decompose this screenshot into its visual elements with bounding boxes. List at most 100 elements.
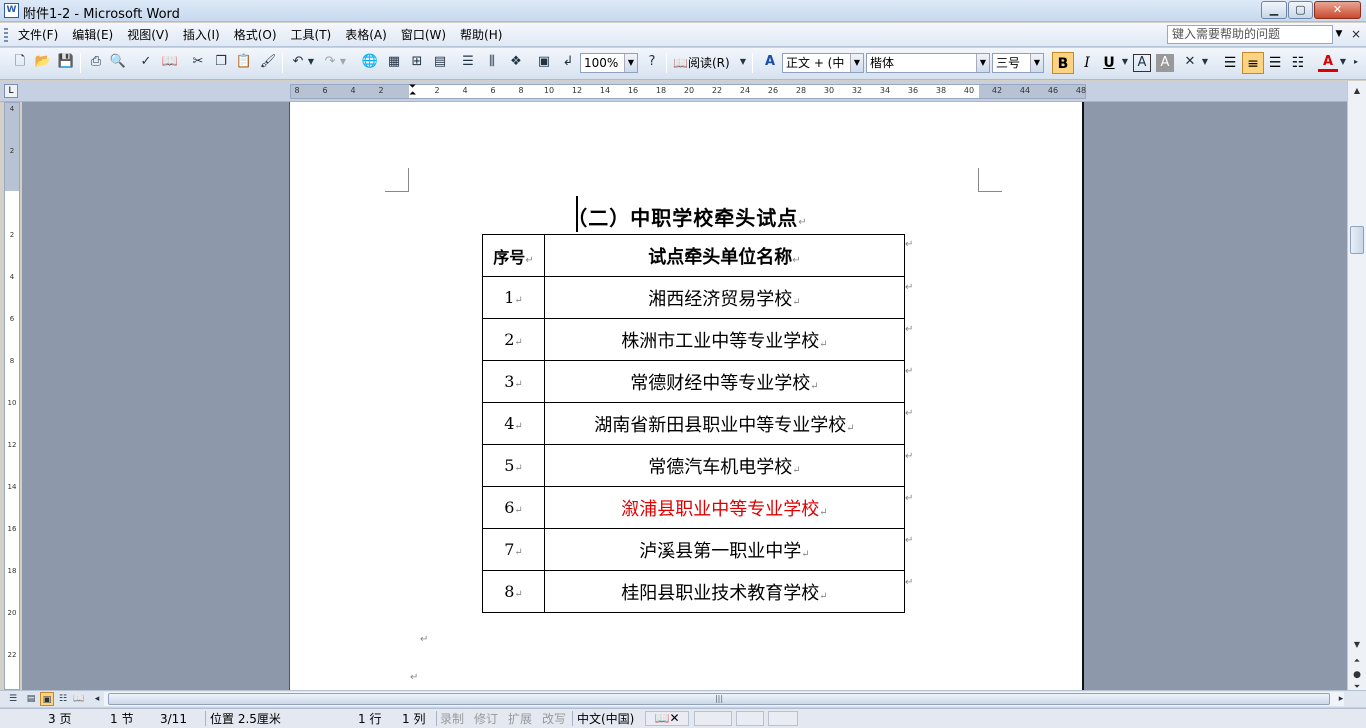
vertical-scroll-thumb[interactable]: [1350, 226, 1364, 254]
word-app-icon[interactable]: W: [4, 3, 19, 18]
zoom-combo[interactable]: 100% ▼: [580, 53, 638, 73]
redo-dropdown-icon[interactable]: ▼: [338, 52, 348, 72]
bold-button[interactable]: B: [1052, 52, 1074, 74]
align-right-icon[interactable]: ☰: [1264, 52, 1286, 74]
school-name[interactable]: 桂阳县职业技术教育学校↵: [544, 570, 905, 613]
horizontal-scroll-thumb[interactable]: |||: [108, 693, 1330, 705]
reading-view-icon[interactable]: 📖: [72, 692, 86, 706]
undo-dropdown-icon[interactable]: ▼: [306, 52, 316, 72]
thumbnails-icon[interactable]: ▣: [534, 52, 554, 72]
scroll-down-icon[interactable]: ▼: [1349, 637, 1365, 653]
school-name[interactable]: 泸溪县第一职业中学↵: [544, 528, 905, 571]
menu-edit[interactable]: 编辑(E): [65, 27, 120, 44]
horizontal-ruler[interactable]: ⏷ ⏶ 8 6 4 2 2 4 6 8 10 12 14 16 18 20 22 …: [290, 83, 1086, 99]
web-layout-icon[interactable]: ▤: [24, 692, 38, 706]
insert-excel-icon[interactable]: ▤: [430, 52, 450, 72]
school-name[interactable]: 溆浦县职业中等专业学校↵: [544, 486, 905, 529]
status-extend[interactable]: 扩展: [508, 711, 532, 727]
scroll-left-icon[interactable]: ◂: [90, 692, 104, 706]
section-heading[interactable]: （二）中职学校牵头试点↵: [290, 202, 1085, 231]
row-number[interactable]: 1↵: [482, 276, 545, 319]
undo-icon[interactable]: ↶: [288, 52, 308, 72]
toolbar-grip[interactable]: [4, 28, 8, 42]
menu-insert[interactable]: 插入(I): [176, 27, 227, 44]
font-combo[interactable]: 楷体 ▼: [866, 53, 990, 73]
document-page[interactable]: （二）中职学校牵头试点↵ 序号↵ 试点牵头单位名称↵ 1↵ 湘西经济贸易学校↵ …: [289, 102, 1084, 690]
underline-dropdown-icon[interactable]: ▼: [1120, 52, 1130, 72]
underline-button[interactable]: U: [1098, 52, 1120, 74]
help-icon[interactable]: ?: [642, 52, 662, 72]
minimize-button[interactable]: ▁: [1261, 1, 1287, 19]
align-center-icon[interactable]: ≡: [1242, 52, 1264, 74]
vertical-scrollbar[interactable]: ▲ ▼ ⏶ ● ⏷: [1347, 81, 1366, 691]
chevron-down-icon[interactable]: ▼: [1030, 54, 1043, 72]
menu-window[interactable]: 窗口(W): [394, 27, 453, 44]
row-number[interactable]: 8↵: [482, 570, 545, 613]
close-button[interactable]: ✕: [1314, 1, 1361, 19]
header-number[interactable]: 序号↵: [482, 234, 545, 277]
print-layout-icon[interactable]: ▣: [40, 692, 54, 706]
row-number[interactable]: 2↵: [482, 318, 545, 361]
char-border-icon[interactable]: A: [1133, 54, 1151, 72]
menu-tools[interactable]: 工具(T): [284, 27, 339, 44]
row-number[interactable]: 4↵: [482, 402, 545, 445]
open-folder-icon[interactable]: 📂: [33, 52, 53, 72]
new-document-icon[interactable]: 🗋: [10, 52, 30, 72]
show-hide-formatting-icon[interactable]: ↲: [558, 52, 578, 72]
research-icon[interactable]: 📖: [160, 52, 180, 72]
style-combo[interactable]: 正文 + (中 ▼: [782, 53, 864, 73]
reading-layout-button[interactable]: 📖阅读(R): [670, 53, 736, 73]
italic-button[interactable]: I: [1076, 52, 1098, 74]
help-dropdown-icon[interactable]: ▼: [1333, 25, 1345, 44]
row-number[interactable]: 5↵: [482, 444, 545, 487]
menu-format[interactable]: 格式(O): [227, 27, 284, 44]
chevron-down-icon[interactable]: ▼: [850, 54, 863, 72]
spelling-icon[interactable]: ✓: [136, 52, 156, 72]
scroll-right-icon[interactable]: ▸: [1334, 692, 1348, 706]
menu-help[interactable]: 帮助(H): [453, 27, 509, 44]
drawing-icon[interactable]: ⫼: [482, 52, 502, 72]
tab-selector-icon[interactable]: L: [4, 84, 18, 98]
redo-icon[interactable]: ↷: [320, 52, 340, 72]
copy-icon[interactable]: ❐: [211, 52, 231, 72]
school-name[interactable]: 株洲市工业中等专业学校↵: [544, 318, 905, 361]
school-name[interactable]: 常德汽车机电学校↵: [544, 444, 905, 487]
spelling-status-icon[interactable]: 📖✕: [645, 711, 689, 726]
vertical-ruler[interactable]: 4 2 2 4 6 8 10 12 14 16 18 20 22: [4, 102, 20, 690]
header-school-name[interactable]: 试点牵头单位名称↵: [544, 234, 905, 277]
menu-file[interactable]: 文件(F): [11, 27, 65, 44]
align-justify-icon[interactable]: ☰: [1219, 52, 1241, 74]
row-number[interactable]: 6↵: [482, 486, 545, 529]
row-number[interactable]: 3↵: [482, 360, 545, 403]
font-color-dropdown-icon[interactable]: ▼: [1338, 52, 1348, 72]
distributed-align-icon[interactable]: ☷: [1287, 52, 1309, 74]
school-name[interactable]: 湖南省新田县职业中等专业学校↵: [544, 402, 905, 445]
save-icon[interactable]: 💾: [56, 52, 76, 72]
school-name[interactable]: 常德财经中等专业学校↵: [544, 360, 905, 403]
chevron-down-icon[interactable]: ▼: [624, 54, 637, 72]
help-search-input[interactable]: 键入需要帮助的问题: [1167, 25, 1333, 44]
school-name[interactable]: 湘西经济贸易学校↵: [544, 276, 905, 319]
normal-view-icon[interactable]: ☰: [6, 692, 20, 706]
status-record[interactable]: 录制: [440, 711, 464, 727]
outline-view-icon[interactable]: ☷: [56, 692, 70, 706]
insert-table-icon[interactable]: ⊞: [407, 52, 427, 72]
menu-table[interactable]: 表格(A): [338, 27, 394, 44]
horizontal-scrollbar[interactable]: |||: [104, 692, 1344, 706]
scroll-up-icon[interactable]: ▲: [1349, 83, 1365, 99]
toolbar-options-icon[interactable]: ▼: [738, 52, 748, 72]
font-size-combo[interactable]: 三号 ▼: [992, 53, 1044, 73]
toolbar-options-icon[interactable]: ▸: [1351, 52, 1361, 72]
print-icon[interactable]: ⎙: [86, 52, 106, 72]
menu-view[interactable]: 视图(V): [120, 27, 176, 44]
columns-icon[interactable]: ☰: [458, 52, 478, 72]
char-scale-icon[interactable]: ✕: [1180, 52, 1200, 72]
styles-icon[interactable]: A: [760, 52, 780, 72]
indent-marker-icon[interactable]: ⏷ ⏶: [405, 83, 416, 99]
font-color-icon[interactable]: A: [1318, 52, 1338, 72]
pilot-schools-table[interactable]: 序号↵ 试点牵头单位名称↵ 1↵ 湘西经济贸易学校↵ 2↵ 株洲市工业中等专业学…: [482, 234, 905, 613]
chevron-down-icon[interactable]: ▼: [976, 54, 989, 72]
print-preview-icon[interactable]: 🔍: [108, 52, 128, 72]
status-language[interactable]: 中文(中国): [577, 711, 634, 727]
hyperlink-icon[interactable]: 🌐: [360, 52, 380, 72]
